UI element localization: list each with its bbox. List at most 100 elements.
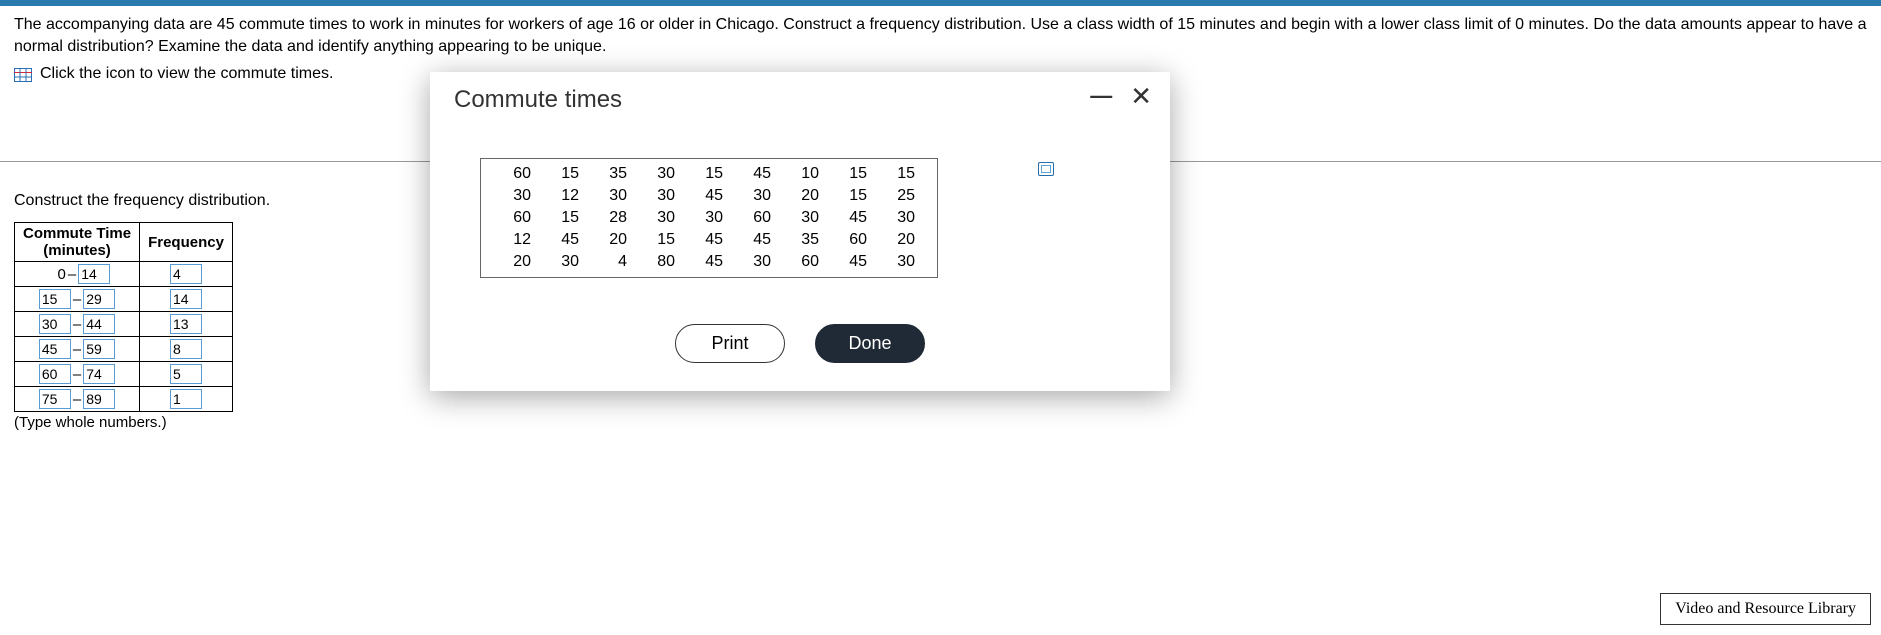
- class-range-cell: –: [15, 287, 140, 312]
- data-value: 15: [685, 165, 733, 183]
- frequency-cell: [140, 337, 233, 362]
- commute-times-modal: Commute times — ✕ 6015353015451015153012…: [430, 72, 1170, 391]
- data-value: 30: [877, 209, 925, 227]
- frequency-cell: [140, 387, 233, 412]
- data-value: 20: [781, 187, 829, 205]
- data-value: 15: [829, 165, 877, 183]
- range-dash: –: [73, 316, 81, 333]
- close-icon[interactable]: ✕: [1130, 83, 1152, 109]
- data-value: 4: [589, 253, 637, 271]
- print-button[interactable]: Print: [675, 324, 785, 363]
- data-value: 30: [637, 209, 685, 227]
- section-instruction: Construct the frequency distribution.: [14, 192, 334, 210]
- col-header-commute: Commute Time(minutes): [15, 222, 140, 262]
- frequency-input[interactable]: [170, 339, 202, 359]
- frequency-input[interactable]: [170, 364, 202, 384]
- frequency-input[interactable]: [170, 389, 202, 409]
- class-range-cell: –: [15, 362, 140, 387]
- data-value: 60: [733, 209, 781, 227]
- data-value: 10: [781, 165, 829, 183]
- data-value: 60: [829, 231, 877, 249]
- frequency-input[interactable]: [170, 314, 202, 334]
- data-value: 80: [637, 253, 685, 271]
- upper-limit-input[interactable]: [83, 339, 115, 359]
- data-value: 60: [781, 253, 829, 271]
- lower-limit-input[interactable]: [39, 364, 71, 384]
- data-value: 15: [541, 165, 589, 183]
- question-text: The accompanying data are 45 commute tim…: [14, 14, 1867, 57]
- upper-limit-input[interactable]: [83, 289, 115, 309]
- data-value: 30: [781, 209, 829, 227]
- class-range-cell: –: [15, 387, 140, 412]
- class-range-cell: –: [15, 312, 140, 337]
- data-value: 45: [829, 253, 877, 271]
- minimize-icon[interactable]: —: [1090, 85, 1112, 107]
- data-value: 60: [493, 209, 541, 227]
- frequency-cell: [140, 262, 233, 287]
- data-value: 20: [493, 253, 541, 271]
- data-value: 12: [493, 231, 541, 249]
- data-value: 15: [541, 209, 589, 227]
- input-hint: (Type whole numbers.): [14, 414, 334, 431]
- col-header-frequency: Frequency: [140, 222, 233, 262]
- range-dash: –: [73, 391, 81, 408]
- copy-icon[interactable]: [1038, 162, 1054, 176]
- table-row: –: [15, 387, 233, 412]
- upper-limit-input[interactable]: [83, 314, 115, 334]
- data-value: 45: [541, 231, 589, 249]
- data-value: 15: [829, 187, 877, 205]
- modal-title: Commute times: [454, 86, 622, 114]
- frequency-input[interactable]: [170, 289, 202, 309]
- data-value: 15: [637, 231, 685, 249]
- data-value: 30: [685, 209, 733, 227]
- done-button[interactable]: Done: [815, 324, 925, 363]
- table-row: 0–: [15, 262, 233, 287]
- frequency-table: Commute Time(minutes) Frequency 0––––––: [14, 222, 233, 413]
- data-value: 20: [877, 231, 925, 249]
- range-dash: –: [68, 266, 76, 283]
- lower-limit-input[interactable]: [39, 389, 71, 409]
- data-value: 30: [637, 187, 685, 205]
- table-row: –: [15, 287, 233, 312]
- frequency-cell: [140, 312, 233, 337]
- table-row: –: [15, 337, 233, 362]
- data-value: 30: [589, 187, 637, 205]
- data-value: 30: [877, 253, 925, 271]
- class-range-cell: 0–: [15, 262, 140, 287]
- frequency-input[interactable]: [170, 264, 202, 284]
- frequency-cell: [140, 287, 233, 312]
- frequency-cell: [140, 362, 233, 387]
- data-value: 45: [685, 231, 733, 249]
- resource-library-button[interactable]: Video and Resource Library: [1660, 593, 1871, 625]
- table-icon[interactable]: [14, 67, 32, 81]
- data-value: 45: [733, 231, 781, 249]
- class-range-cell: –: [15, 337, 140, 362]
- table-row: –: [15, 312, 233, 337]
- lower-limit-fixed: 0: [44, 266, 66, 283]
- data-value: 35: [589, 165, 637, 183]
- data-value: 30: [637, 165, 685, 183]
- data-value: 45: [685, 187, 733, 205]
- range-dash: –: [73, 366, 81, 383]
- view-data-link[interactable]: Click the icon to view the commute times…: [40, 63, 333, 85]
- data-value: 15: [877, 165, 925, 183]
- data-value: 35: [781, 231, 829, 249]
- data-value: 45: [733, 165, 781, 183]
- range-dash: –: [73, 291, 81, 308]
- data-value: 12: [541, 187, 589, 205]
- data-value: 30: [733, 187, 781, 205]
- data-value: 30: [733, 253, 781, 271]
- data-value: 25: [877, 187, 925, 205]
- data-box: 6015353015451015153012303045302015256015…: [480, 158, 938, 278]
- data-value: 60: [493, 165, 541, 183]
- lower-limit-input[interactable]: [39, 289, 71, 309]
- data-value: 30: [541, 253, 589, 271]
- upper-limit-input[interactable]: [83, 389, 115, 409]
- data-value: 45: [829, 209, 877, 227]
- range-dash: –: [73, 341, 81, 358]
- lower-limit-input[interactable]: [39, 339, 71, 359]
- table-row: –: [15, 362, 233, 387]
- upper-limit-input[interactable]: [83, 364, 115, 384]
- upper-limit-input[interactable]: [78, 264, 110, 284]
- lower-limit-input[interactable]: [39, 314, 71, 334]
